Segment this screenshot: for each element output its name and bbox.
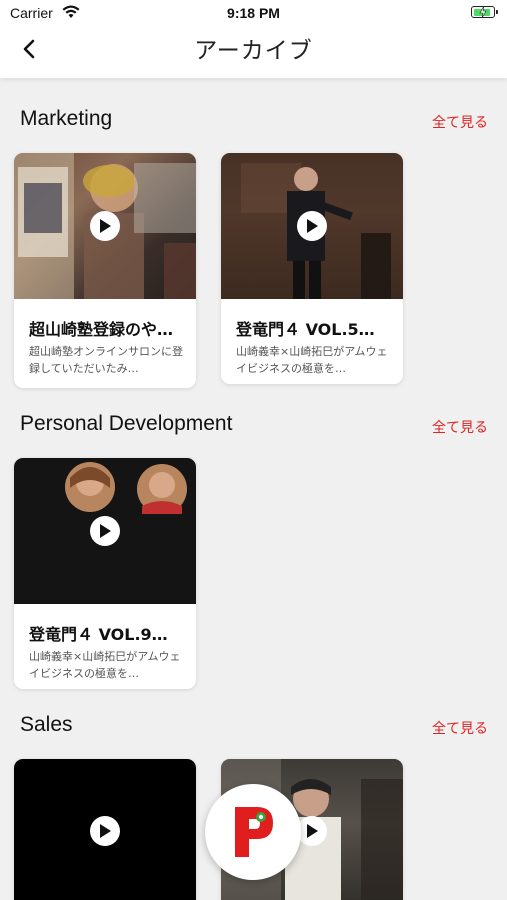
card-title: 登竜門４ VOL.9… [29, 625, 168, 644]
play-icon [307, 824, 318, 838]
nav-bar: アーカイブ [0, 28, 507, 78]
card-description: 山崎義幸×山崎拓巳がアムウェイビジネスの極意を… [236, 345, 388, 375]
page-title: アーカイブ [194, 38, 313, 64]
play-icon [100, 524, 111, 538]
play-button[interactable] [297, 211, 327, 241]
video-thumbnail [221, 153, 403, 299]
play-button[interactable] [297, 816, 327, 846]
play-icon [307, 219, 318, 233]
card-description: 超山崎塾オンラインサロンに登録していただいたみ… [29, 345, 183, 375]
video-card[interactable]: 登竜門４ VOL.5… 山崎義幸×山崎拓巳がアムウェイビジネスの極意を… [221, 153, 403, 384]
play-icon [100, 219, 111, 233]
see-all-personal-development-link[interactable]: 全て見る [432, 417, 488, 437]
status-bar: Carrier 9:18 PM [0, 0, 507, 28]
play-button[interactable] [90, 211, 120, 241]
see-all-marketing-link[interactable]: 全て見る [432, 112, 488, 132]
app-logo-icon [235, 807, 273, 857]
video-card[interactable] [14, 759, 196, 900]
battery-icon [471, 6, 498, 18]
section-title-marketing: Marketing [20, 107, 113, 130]
video-card[interactable]: 超山崎塾登録のや… 超山崎塾オンラインサロンに登録していただいたみ… [14, 153, 196, 388]
section-title-personal-development: Personal Development [20, 412, 233, 435]
play-icon [100, 824, 111, 838]
video-thumbnail [14, 153, 196, 299]
header: Carrier 9:18 PM アーカイブ [0, 0, 507, 78]
section-title-sales: Sales [20, 713, 73, 736]
video-card[interactable]: 登竜門４ VOL.9… 山崎義幸×山崎拓巳がアムウェイビジネスの極意を… [14, 458, 196, 689]
see-all-sales-link[interactable]: 全て見る [432, 718, 488, 738]
app-logo-button[interactable] [205, 784, 301, 880]
video-thumbnail [14, 759, 196, 900]
play-button[interactable] [90, 816, 120, 846]
card-description: 山崎義幸×山崎拓巳がアムウェイビジネスの極意を… [29, 650, 181, 680]
card-title: 超山崎塾登録のや… [29, 320, 174, 339]
play-button[interactable] [90, 516, 120, 546]
status-time: 9:18 PM [227, 5, 280, 21]
video-thumbnail [14, 458, 196, 604]
card-title: 登竜門４ VOL.5… [236, 320, 375, 339]
